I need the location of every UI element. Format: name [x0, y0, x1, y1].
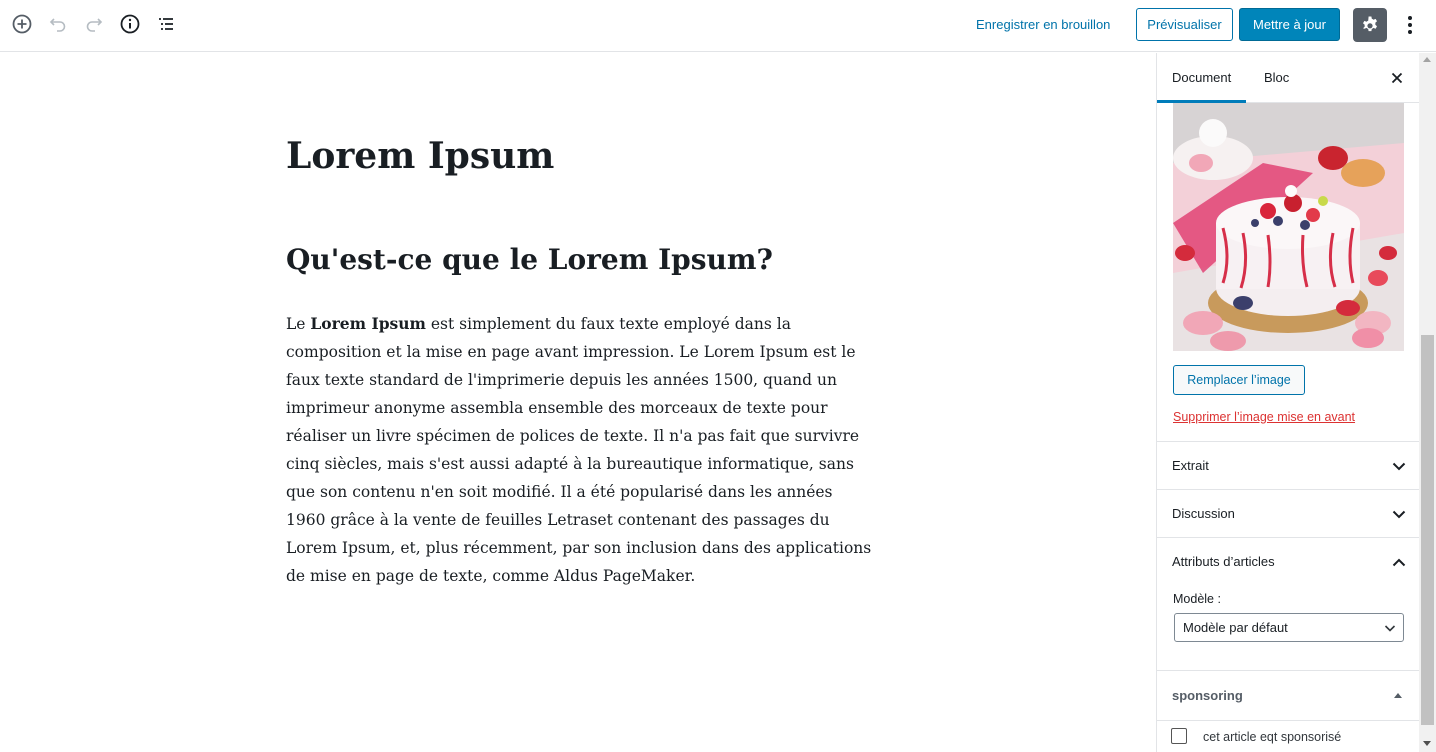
sponsored-checkbox[interactable]	[1171, 728, 1187, 744]
heading-block[interactable]: Qu'est-ce que le Lorem Ipsum?	[286, 239, 773, 281]
paragraph-prefix: Le	[286, 315, 311, 333]
add-block-icon[interactable]	[10, 12, 34, 36]
save-draft-button[interactable]: Enregistrer en brouillon	[968, 15, 1118, 37]
more-options-button[interactable]	[1398, 12, 1422, 38]
outline-list-icon[interactable]	[154, 12, 178, 36]
sponsored-checkbox-label: cet article eqt sponsorisé	[1203, 730, 1342, 744]
template-label: Modèle :	[1173, 592, 1221, 606]
panel-discussion-title: Discussion	[1172, 506, 1235, 521]
scrollbar-thumb[interactable]	[1421, 335, 1434, 725]
paragraph-block[interactable]: Le Lorem Ipsum est simplement du faux te…	[286, 310, 876, 590]
panel-post-attributes: Attributs d’articles Modèle : Modèle par…	[1157, 537, 1420, 670]
panel-attributes-toggle[interactable]: Attributs d’articles	[1157, 538, 1420, 586]
settings-button[interactable]	[1353, 8, 1387, 42]
chevron-down-icon	[1391, 506, 1407, 522]
tab-document[interactable]: Document	[1157, 53, 1247, 103]
paragraph-bold: Lorem Ipsum	[310, 314, 426, 333]
panel-attributes-title: Attributs d’articles	[1172, 554, 1275, 569]
featured-image[interactable]	[1173, 103, 1404, 351]
close-sidebar-button[interactable]	[1387, 68, 1407, 88]
panel-excerpt: Extrait	[1157, 441, 1420, 489]
paragraph-body: est simplement du faux texte employé dan…	[286, 315, 872, 585]
chevron-down-icon	[1391, 458, 1407, 474]
update-button[interactable]: Mettre à jour	[1239, 8, 1340, 41]
post-title[interactable]: Lorem Ipsum	[286, 130, 554, 182]
panel-discussion: Discussion	[1157, 489, 1420, 537]
gear-icon	[1363, 16, 1377, 32]
sidebar-tabs: Document Bloc	[1157, 53, 1420, 103]
chevron-up-icon	[1391, 554, 1407, 570]
more-vertical-icon	[1408, 16, 1412, 34]
undo-icon[interactable]	[46, 12, 70, 36]
sidebar-scrollbar[interactable]	[1419, 53, 1436, 752]
panel-excerpt-title: Extrait	[1172, 458, 1209, 473]
remove-featured-image-link[interactable]: Supprimer l’image mise en avant	[1173, 410, 1355, 424]
info-icon[interactable]	[118, 12, 142, 36]
triangle-up-icon	[1394, 693, 1402, 698]
template-selected-value: Modèle par défaut	[1183, 620, 1288, 635]
chevron-down-icon	[1384, 625, 1396, 632]
panel-discussion-toggle[interactable]: Discussion	[1157, 490, 1420, 538]
settings-sidebar: Document Bloc Remplacer l’image Supprime…	[1156, 53, 1436, 752]
scroll-up-arrow-icon[interactable]	[1423, 57, 1431, 62]
replace-image-button[interactable]: Remplacer l’image	[1173, 365, 1305, 395]
close-icon	[1391, 72, 1403, 84]
scroll-down-arrow-icon[interactable]	[1423, 741, 1431, 746]
editor-canvas: Lorem Ipsum Qu'est-ce que le Lorem Ipsum…	[0, 53, 1156, 752]
panel-sponsoring: sponsoring	[1157, 670, 1420, 720]
panel-sponsoring-toggle[interactable]: sponsoring	[1157, 671, 1420, 721]
tab-block[interactable]: Bloc	[1249, 53, 1304, 103]
redo-icon[interactable]	[82, 12, 106, 36]
panel-sponsoring-title: sponsoring	[1172, 688, 1243, 703]
panel-excerpt-toggle[interactable]: Extrait	[1157, 442, 1420, 490]
template-select[interactable]: Modèle par défaut	[1174, 613, 1404, 642]
sponsoring-content: cet article eqt sponsorisé	[1157, 720, 1420, 752]
top-toolbar: Enregistrer en brouillon Prévisualiser M…	[0, 0, 1436, 52]
preview-button[interactable]: Prévisualiser	[1136, 8, 1233, 41]
